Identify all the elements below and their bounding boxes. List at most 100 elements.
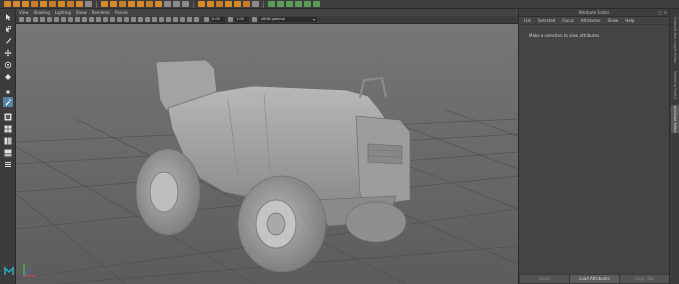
- channel-box-icon[interactable]: [286, 1, 293, 7]
- camera-attributes-icon[interactable]: [26, 17, 31, 22]
- paint-select-tool-icon[interactable]: [3, 36, 13, 46]
- modeling-toolkit-icon[interactable]: [304, 1, 311, 7]
- maya-logo-icon: [3, 265, 14, 275]
- new-scene-icon[interactable]: [13, 1, 20, 7]
- lock-selection-icon[interactable]: [85, 1, 92, 7]
- gamma-icon[interactable]: [228, 17, 233, 22]
- safe-action-icon[interactable]: [82, 17, 87, 22]
- exposure-icon[interactable]: [204, 17, 209, 22]
- ae-menu-help[interactable]: Help: [625, 18, 634, 23]
- active-tool-icon[interactable]: [3, 97, 13, 107]
- safe-title-icon[interactable]: [89, 17, 94, 22]
- xray-components-icon[interactable]: [194, 17, 199, 22]
- shadows-icon[interactable]: [138, 17, 143, 22]
- ipr-render-icon[interactable]: [207, 1, 214, 7]
- ae-menu-focus[interactable]: Focus: [562, 18, 573, 23]
- viewport-menu-shading[interactable]: Shading: [34, 9, 50, 16]
- uv-editor-icon[interactable]: [277, 1, 284, 7]
- input-ops-icon[interactable]: [164, 1, 171, 7]
- render-settings-icon[interactable]: [216, 1, 223, 7]
- render-current-frame-icon[interactable]: [198, 1, 205, 7]
- motion-blur-icon[interactable]: [152, 17, 157, 22]
- four-view-layout-icon[interactable]: [3, 124, 13, 134]
- snap-view-plane-icon[interactable]: [137, 1, 144, 7]
- render-view-icon[interactable]: [234, 1, 241, 7]
- outliner-layout-icon[interactable]: [3, 160, 13, 170]
- bookmark-icon[interactable]: [33, 17, 38, 22]
- ae-menu-attributes[interactable]: Attributes: [581, 18, 601, 23]
- default-material-icon[interactable]: [110, 17, 115, 22]
- snap-projected-icon[interactable]: [128, 1, 135, 7]
- persp-graph-layout-icon[interactable]: [3, 148, 13, 158]
- film-gate-icon[interactable]: [54, 17, 59, 22]
- perspective-viewport[interactable]: View Shading Lighting Show Renderer Pane…: [16, 9, 518, 284]
- image-plane-icon[interactable]: [40, 17, 45, 22]
- copy-tab-button[interactable]: Copy Tab: [620, 275, 669, 283]
- ae-menu-selected[interactable]: Selected: [538, 18, 555, 23]
- smooth-shade-icon[interactable]: [103, 17, 108, 22]
- use-all-lights-icon[interactable]: [131, 17, 136, 22]
- scale-tool-icon[interactable]: [3, 72, 13, 82]
- isolate-select-icon[interactable]: [173, 17, 178, 22]
- gamma-field[interactable]: 1.00: [235, 17, 249, 22]
- viewport-menu-lighting[interactable]: Lighting: [55, 9, 71, 16]
- view-transform-select[interactable]: sRGB gamma: [259, 17, 317, 22]
- textured-icon[interactable]: [124, 17, 129, 22]
- exposure-field[interactable]: 0.00: [211, 17, 225, 22]
- anti-aliasing-icon[interactable]: [159, 17, 164, 22]
- rotate-tool-icon[interactable]: [3, 60, 13, 70]
- last-tool-icon[interactable]: [3, 87, 13, 97]
- construction-history-icon[interactable]: [182, 1, 189, 7]
- wireframe-on-shaded-icon[interactable]: [117, 17, 122, 22]
- xray-icon[interactable]: [180, 17, 185, 22]
- hypershade-icon[interactable]: [225, 1, 232, 7]
- gate-mask-icon[interactable]: [68, 17, 73, 22]
- history-icon[interactable]: [155, 1, 162, 7]
- viewport-menu-renderer[interactable]: Renderer: [92, 9, 110, 16]
- snap-curve-icon[interactable]: [110, 1, 117, 7]
- render-setup-icon[interactable]: [252, 1, 259, 7]
- color-management-icon[interactable]: [252, 17, 257, 22]
- viewport-menu-panels[interactable]: Panels: [115, 9, 128, 16]
- tab-modeling-toolkit[interactable]: Modeling Toolkit: [671, 69, 679, 101]
- persp-outliner-layout-icon[interactable]: [3, 136, 13, 146]
- move-tool-icon[interactable]: [3, 48, 13, 58]
- panel-close-icon[interactable]: ✕: [664, 9, 667, 17]
- mode-icon[interactable]: [4, 1, 11, 7]
- select-object-icon[interactable]: [67, 1, 74, 7]
- select-button[interactable]: Select: [520, 275, 569, 283]
- make-live-icon[interactable]: [146, 1, 153, 7]
- light-editor-icon[interactable]: [243, 1, 250, 7]
- redo-icon[interactable]: [49, 1, 56, 7]
- tool-settings-icon[interactable]: [268, 1, 275, 7]
- snap-grid-icon[interactable]: [101, 1, 108, 7]
- load-attributes-button[interactable]: Load Attributes: [570, 275, 619, 283]
- viewport-menu-show[interactable]: Show: [76, 9, 87, 16]
- select-component-icon[interactable]: [76, 1, 83, 7]
- panel-float-icon[interactable]: □: [658, 9, 662, 17]
- attribute-editor-icon[interactable]: [295, 1, 302, 7]
- wireframe-icon[interactable]: [96, 17, 101, 22]
- select-tool-icon[interactable]: [3, 12, 13, 22]
- save-scene-icon[interactable]: [31, 1, 38, 7]
- depth-of-field-icon[interactable]: [166, 17, 171, 22]
- open-scene-icon[interactable]: [22, 1, 29, 7]
- output-ops-icon[interactable]: [173, 1, 180, 7]
- snap-point-icon[interactable]: [119, 1, 126, 7]
- single-perspective-layout-icon[interactable]: [3, 112, 13, 122]
- select-camera-icon[interactable]: [19, 17, 24, 22]
- tab-attribute-editor[interactable]: Attribute Editor: [671, 105, 679, 133]
- tab-channel-box[interactable]: Channel Box / Layer Editor: [671, 15, 679, 65]
- viewport-menu-view[interactable]: View: [19, 9, 29, 16]
- xray-joints-icon[interactable]: [187, 17, 192, 22]
- select-hierarchy-icon[interactable]: [58, 1, 65, 7]
- field-chart-icon[interactable]: [75, 17, 80, 22]
- outliner-icon[interactable]: [313, 1, 320, 7]
- lasso-tool-icon[interactable]: [3, 24, 13, 34]
- ae-menu-list[interactable]: List: [524, 18, 531, 23]
- ae-menu-show[interactable]: Show: [608, 18, 619, 23]
- grid-icon[interactable]: [47, 17, 52, 22]
- undo-icon[interactable]: [40, 1, 47, 7]
- resolution-gate-icon[interactable]: [61, 17, 66, 22]
- screen-space-ao-icon[interactable]: [145, 17, 150, 22]
